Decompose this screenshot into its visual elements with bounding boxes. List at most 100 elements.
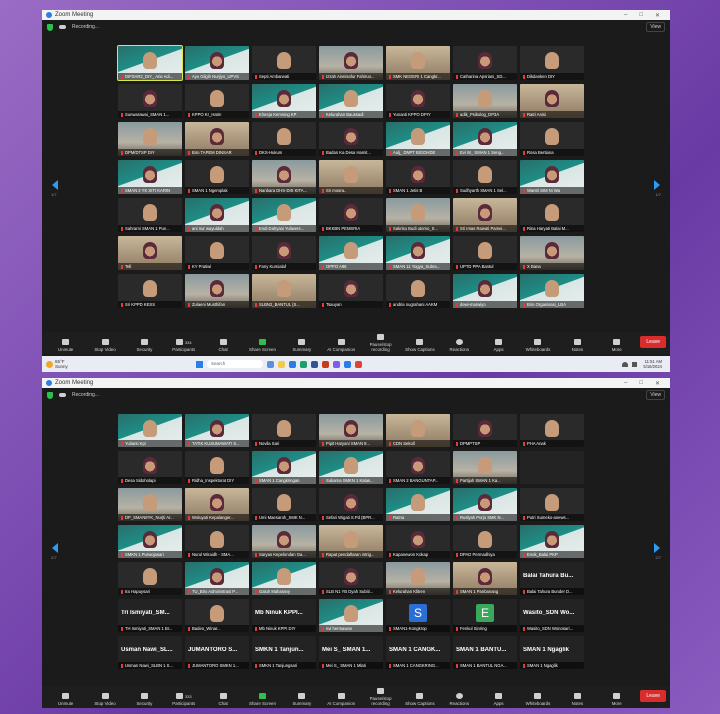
toolbar-security-button[interactable]: Security xyxy=(125,693,164,706)
participant-tile[interactable]: Putri Sumeko-anews... xyxy=(520,488,584,521)
participant-tile[interactable]: Rosa Bertiana xyxy=(520,122,584,156)
leave-button[interactable]: Leave xyxy=(640,336,667,348)
participant-tile[interactable]: Mb Ninuk KPPI... Mb Ninuk KPPI DIY xyxy=(252,599,316,632)
task-view-icon[interactable] xyxy=(267,360,274,368)
excel-icon[interactable] xyxy=(300,360,307,368)
participant-tile[interactable]: Nanbara DHS-DIS KITA... xyxy=(252,160,316,194)
participant-tile[interactable]: Ratna xyxy=(386,488,450,521)
participant-tile[interactable]: Sri Imas Rawati Pamei... xyxy=(453,198,517,232)
participant-tile[interactable]: Rina Haryati Balai M... xyxy=(520,198,584,232)
participant-tile[interactable]: SMAN 1 Cangkringan xyxy=(252,451,316,484)
previous-page-arrow-icon[interactable] xyxy=(52,543,58,553)
participant-tile[interactable]: SMAN 1 Ngaglik SMAN 1 Ngaglik xyxy=(520,636,584,669)
participant-tile[interactable]: nvi hermawan xyxy=(319,599,383,632)
participant-tile[interactable]: SMAN 1 CANGK... SMAN 1 CANGKRING... xyxy=(386,636,450,669)
participant-tile[interactable]: Zulaeni Musthifan xyxy=(185,274,249,308)
toolbar-chat-button[interactable]: Chat xyxy=(203,693,242,706)
participant-tile[interactable]: SMAN 11 Yogya_Subra... xyxy=(386,236,450,270)
participant-tile[interactable]: SLB N1 YB Dyah Subiti... xyxy=(319,562,383,595)
minimize-icon[interactable]: – xyxy=(624,380,627,387)
toolbar-summary-button[interactable]: Summary xyxy=(282,693,321,706)
participant-tile[interactable]: DIFSAR2_DIY_ Arie Adi... xyxy=(117,45,183,81)
toolbar-chat-button[interactable]: Chat xyxy=(203,339,242,352)
edge-icon[interactable] xyxy=(289,360,296,368)
participant-tile[interactable]: adik_Psikolog_DP3A xyxy=(453,84,517,118)
participant-tile[interactable]: SMKN 1 Purwojasari xyxy=(118,525,182,558)
toolbar-show-captions-button[interactable]: Show Captions xyxy=(400,339,439,352)
toolbar-reactions-button[interactable]: Reactions xyxy=(440,693,479,706)
toolbar-summary-button[interactable]: Summary xyxy=(282,339,321,352)
participant-tile[interactable]: TU_Biro Administrasi P... xyxy=(185,562,249,595)
toolbar-ai-companion-button[interactable]: AI Companion xyxy=(322,693,361,706)
taskbar-search[interactable]: Search xyxy=(207,360,263,368)
chrome-icon[interactable] xyxy=(355,360,362,368)
word-icon[interactable] xyxy=(311,360,318,368)
participant-tile[interactable]: Sunwarawai_SMAN 1... xyxy=(118,84,182,118)
toolbar-security-button[interactable]: Security xyxy=(125,339,164,352)
toolbar-more-button[interactable]: More xyxy=(597,339,636,352)
toolbar-share-screen-button[interactable]: Share Screen xyxy=(243,339,282,352)
participant-tile[interactable]: DPMPTSP xyxy=(453,414,517,447)
participant-tile[interactable]: Yulianti Kpi xyxy=(118,414,182,447)
participant-tile[interactable]: CDN Sekoll xyxy=(386,414,450,447)
maximize-icon[interactable]: □ xyxy=(639,12,643,19)
close-icon[interactable]: ✕ xyxy=(655,12,660,19)
close-icon[interactable]: ✕ xyxy=(655,380,660,387)
participant-tile[interactable]: Endi Dahyani Yuliwers... xyxy=(252,198,316,232)
participant-tile[interactable]: Ayu Gilgih Nurjiyo_UPVS xyxy=(185,46,249,80)
participant-tile[interactable]: UPTD PPA Bantul xyxy=(453,236,517,270)
participant-tile[interactable]: SMK NEGERI 1 Cangkr... xyxy=(386,46,450,80)
participant-tile[interactable]: Ridha_Inspektorat DIY xyxy=(185,451,249,484)
participant-tile[interactable]: SMAN 2 BANGUNTAP... xyxy=(386,451,450,484)
participant-tile[interactable]: Umi Maesaroh_SMK N... xyxy=(252,488,316,521)
participant-tile[interactable]: Catharina Apsriani_SD... xyxy=(453,46,517,80)
participant-tile[interactable]: SMAN 1 Panbanang xyxy=(453,562,517,595)
participant-tile[interactable]: Fany Kurnialaf xyxy=(252,236,316,270)
participant-tile[interactable]: DPM/DTSP DIY xyxy=(118,122,182,156)
zoom-taskbar-icon[interactable] xyxy=(344,360,351,368)
participant-tile[interactable]: Dikdanken DIY xyxy=(520,46,584,80)
participant-tile[interactable]: Ruslyah Purjo SMK N... xyxy=(453,488,517,521)
participant-tile[interactable]: Partijah SMAN 1 Ka... xyxy=(453,451,517,484)
toolbar-unmute-button[interactable]: Unmute xyxy=(46,339,85,352)
participant-tile[interactable]: ani nur wayuldah xyxy=(185,198,249,232)
participant-tile[interactable]: SMAN 1 BANTU... SMAN 1 BANTUL NGA... xyxy=(453,636,517,669)
toolbar-stop-video-button[interactable]: Stop Video xyxy=(85,693,124,706)
toolbar-whiteboards-button[interactable]: Whiteboards xyxy=(518,693,557,706)
participant-tile[interactable]: SMKN 1 Tanjun... SMKN 1 Tanjungsari xyxy=(252,636,316,669)
participant-tile[interactable]: Wasito_SDN Wo... Wasito_SDN Wonosari... xyxy=(520,599,584,632)
participant-tile[interactable]: S SMAN1-Kongkrop xyxy=(386,599,450,632)
participant-tile[interactable]: Izzah Ainnisafur Fahiruo... xyxy=(319,46,383,80)
recording-label[interactable]: Recording... xyxy=(72,24,99,30)
toolbar-unmute-button[interactable]: Unmute xyxy=(46,693,85,706)
participant-tile[interactable]: Nurul Wiraidh - SMA... xyxy=(185,525,249,558)
participant-tile[interactable]: DKS-Hukum xyxy=(252,122,316,156)
volume-icon[interactable] xyxy=(632,361,638,367)
participant-tile[interactable]: Enok_Balai PKP xyxy=(520,525,584,558)
participant-tile[interactable]: Usman Nawi_SL... Usman Nawi_SLBN 1 S... xyxy=(118,636,182,669)
previous-page-arrow-icon[interactable] xyxy=(52,180,58,190)
toolbar-more-button[interactable]: More xyxy=(597,693,636,706)
participant-tile[interactable]: X Bana xyxy=(520,236,584,270)
toolbar-reactions-button[interactable]: Reactions xyxy=(440,339,479,352)
participant-tile[interactable]: SMAN 1 Ngemplak xyxy=(185,160,249,194)
participant-tile[interactable]: Kelurahan Klitren xyxy=(386,562,450,595)
participant-tile[interactable]: Sri KPPD KESS xyxy=(118,274,182,308)
participant-tile[interactable]: Ratri Anisi xyxy=(520,84,584,118)
toolbar-show-captions-button[interactable]: Show Captions xyxy=(400,693,439,706)
toolbar-stop-video-button[interactable]: Stop Video xyxy=(85,339,124,352)
participant-tile[interactable]: Saryas Kepelondan Ga... xyxy=(252,525,316,558)
toolbar-apps-button[interactable]: Apps xyxy=(479,693,518,706)
participant-tile[interactable]: Woluyati Kepalanger... xyxy=(185,488,249,521)
participant-tile[interactable]: Desa Sidoholapi xyxy=(118,451,182,484)
participant-tile[interactable]: Elnreja Kemning KP xyxy=(252,84,316,118)
participant-tile[interactable]: Kapanewon Kokap xyxy=(386,525,450,558)
participant-tile[interactable]: E Fenkul Sinring xyxy=(453,599,517,632)
participant-tile[interactable]: Sukarna SMKN 1 Kalas... xyxy=(319,451,383,484)
minimize-icon[interactable]: – xyxy=(624,12,627,19)
view-button[interactable]: View xyxy=(646,22,665,32)
next-page-arrow-icon[interactable] xyxy=(654,543,660,553)
weather-widget[interactable]: 65°F Sunny xyxy=(46,359,196,369)
participant-tile[interactable]: dewi-marwiyo xyxy=(453,274,517,308)
participant-tile[interactable]: Tell xyxy=(118,236,182,270)
